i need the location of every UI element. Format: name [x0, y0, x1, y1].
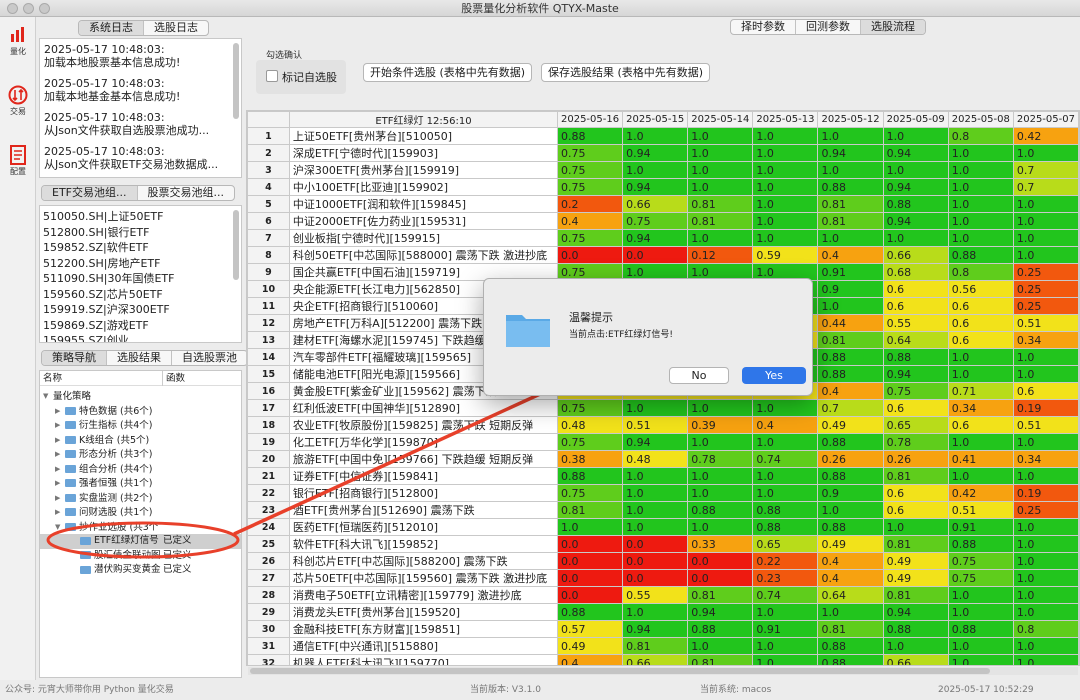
no-button[interactable]: No	[669, 367, 729, 384]
folder-icon	[504, 309, 552, 349]
status-system: 当前系统: macos	[700, 685, 772, 695]
alert-dialog: 温馨提示 当前点击:ETF红绿灯信号! No Yes	[483, 278, 813, 396]
status-wechat: 公众号: 元宵大师带你用 Python 量化交易	[5, 685, 174, 695]
dialog-title: 温馨提示	[569, 311, 613, 324]
dialog-message: 当前点击:ETF红绿灯信号!	[569, 330, 674, 340]
status-version: 当前版本: V3.1.0	[470, 685, 541, 695]
status-time: 2025-05-17 10:52:29	[938, 685, 1034, 695]
status-bar: 公众号: 元宵大师带你用 Python 量化交易 当前版本: V3.1.0 当前…	[0, 680, 1080, 700]
yes-button[interactable]: Yes	[742, 367, 806, 384]
